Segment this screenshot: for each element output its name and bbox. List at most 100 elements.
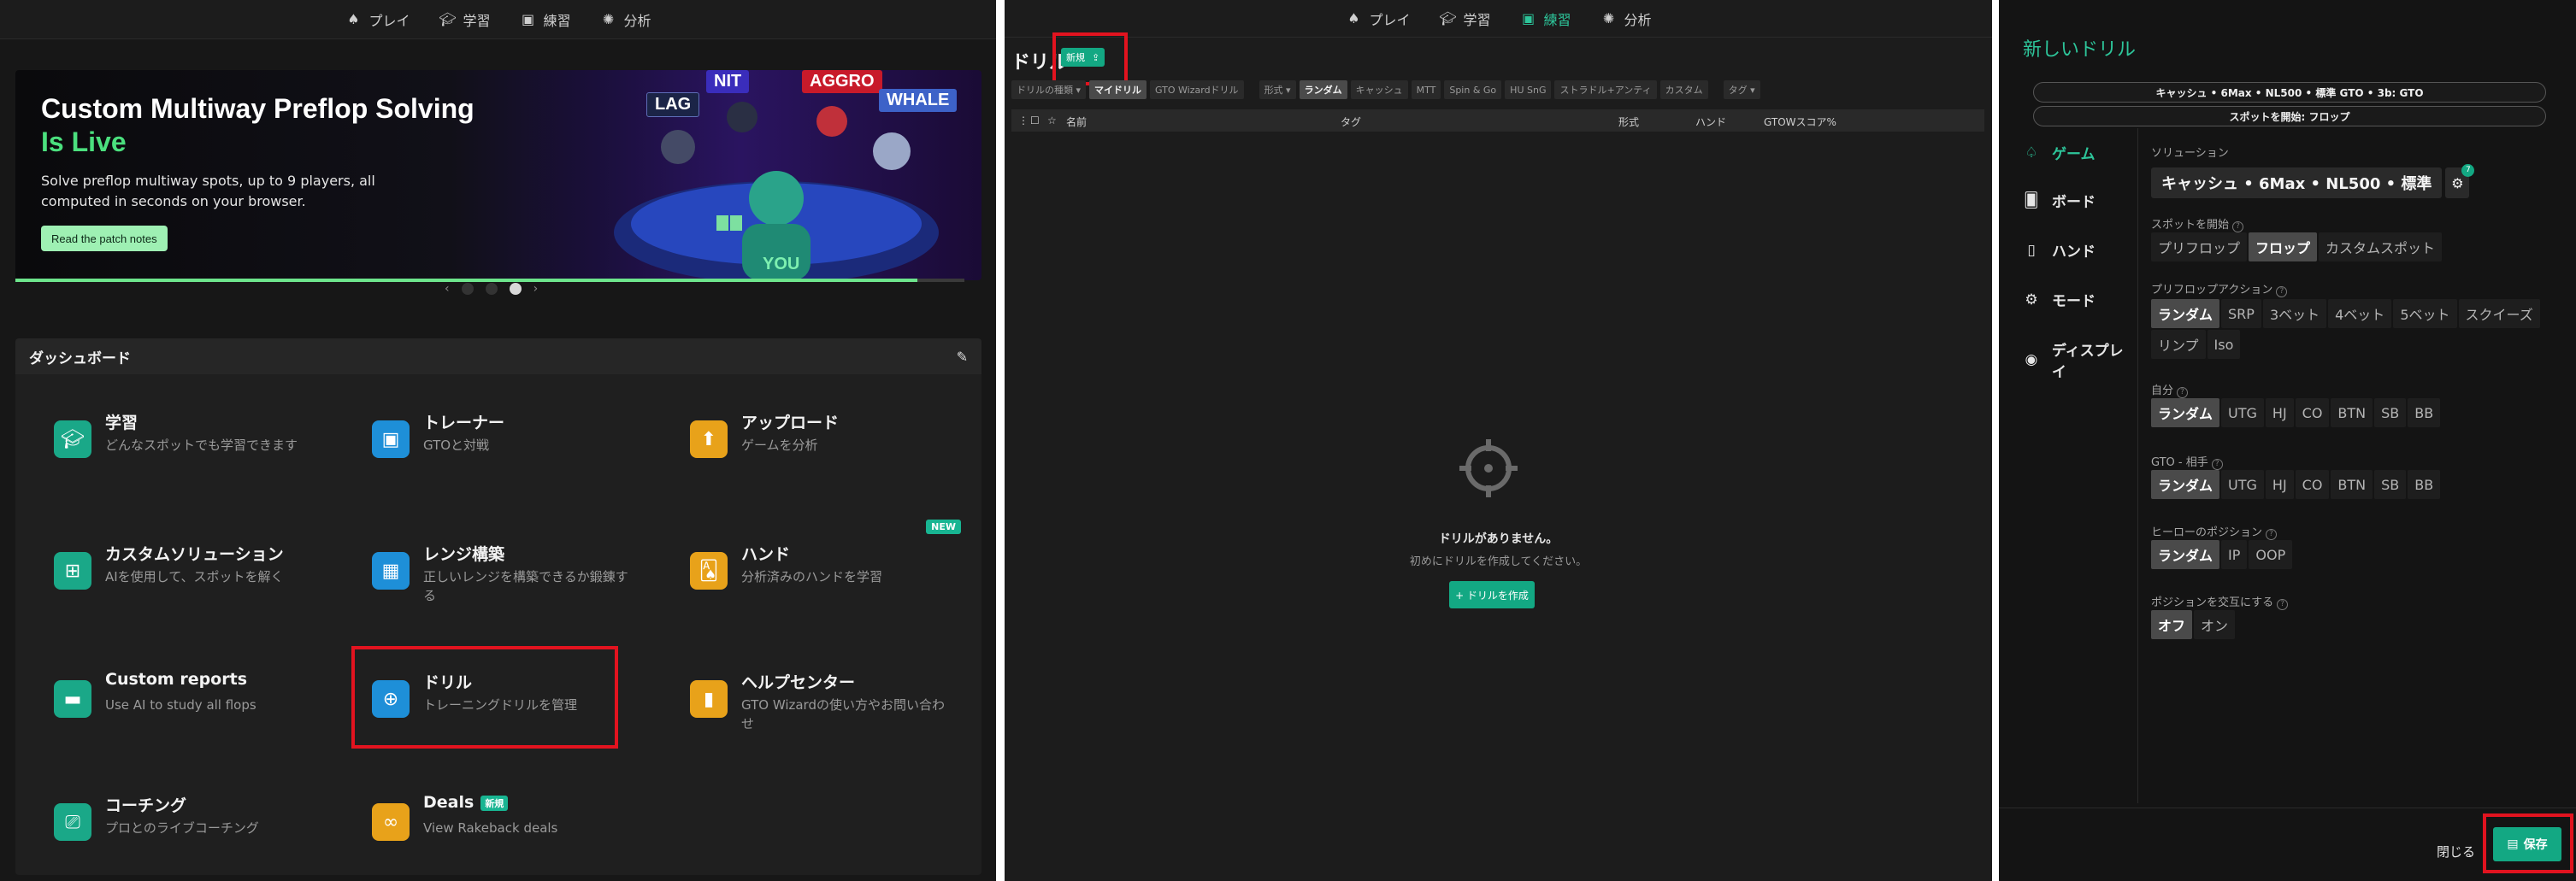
filter-spin[interactable]: Spin & Go <box>1444 80 1502 99</box>
upload-icon: ⇪ <box>1092 51 1100 63</box>
star-icon[interactable]: ☆ <box>1047 115 1057 126</box>
tile-range-builder[interactable]: ▦ レンジ構築 正しいレンジを構築できるか鍛錬する <box>351 528 641 622</box>
sidebar-item-hand[interactable]: ▯ ハンド <box>2023 239 2096 261</box>
folder-icon: ▬ <box>54 680 91 718</box>
option-random[interactable]: ランダム <box>2151 540 2220 569</box>
filter-cash[interactable]: キャッシュ <box>1350 80 1408 99</box>
create-drill-button[interactable]: + ドリルを作成 <box>1449 581 1535 608</box>
nav-play[interactable]: ♠ プレイ <box>1345 9 1410 29</box>
option-custom-spot[interactable]: カスタムスポット <box>2319 232 2443 261</box>
nav-practice[interactable]: ▣ 練習 <box>520 9 571 30</box>
carousel-dot[interactable] <box>485 283 498 295</box>
nav-learn[interactable]: 🎓︎ 学習 <box>439 9 490 30</box>
help-icon[interactable]: ? <box>2211 459 2223 470</box>
column-name[interactable]: 名前 <box>1066 115 1087 129</box>
close-button[interactable]: 閉じる <box>2437 843 2475 860</box>
option-4bet[interactable]: 4ベット <box>2328 299 2392 328</box>
help-icon[interactable]: ? <box>2277 599 2289 610</box>
column-hands[interactable]: ハンド <box>1695 115 1726 129</box>
help-icon[interactable]: ? <box>2276 286 2288 297</box>
tile-drills[interactable]: ⊕ ドリル トレーニングドリルを管理 <box>351 656 641 750</box>
banner-title-highlight: Is Live <box>41 126 127 157</box>
option-random[interactable]: ランダム <box>2151 299 2220 328</box>
tile-custom-reports[interactable]: ▬ Custom reports Use AI to study all flo… <box>32 656 323 750</box>
sidebar-item-mode[interactable]: ⚙ モード <box>2023 289 2096 311</box>
edit-pencil-icon[interactable]: ✎ <box>957 349 968 365</box>
sidebar-item-display[interactable]: ◉ ディスプレイ <box>2023 338 2137 381</box>
option-co[interactable]: CO <box>2295 398 2330 427</box>
tile-custom-solution[interactable]: ⊞ カスタムソリューション AIを使用して、スポットを解く <box>32 528 323 622</box>
option-3bet[interactable]: 3ベット <box>2262 299 2327 328</box>
tile-help-center[interactable]: ▮ ヘルプセンター GTO Wizardの使い方やお問い合わせ <box>669 656 959 750</box>
nav-play[interactable]: ♠ プレイ <box>345 9 410 30</box>
filter-tag[interactable]: タグ ▾ <box>1723 80 1760 99</box>
tile-upload[interactable]: ⬆ アップロード ゲームを分析 <box>669 396 959 490</box>
filter-mtt[interactable]: MTT <box>1411 80 1441 99</box>
cards-icon: 🂡 <box>690 552 728 590</box>
filter-random[interactable]: ランダム <box>1299 80 1347 99</box>
option-bb[interactable]: BB <box>2408 398 2441 427</box>
filter-husng[interactable]: HU SnG <box>1505 80 1552 99</box>
option-oop[interactable]: OOP <box>2249 540 2293 569</box>
carousel-prev[interactable]: ‹ <box>445 282 450 296</box>
option-limp[interactable]: リンプ <box>2151 330 2206 359</box>
filter-format[interactable]: 形式 ▾ <box>1259 80 1296 99</box>
option-sb[interactable]: SB <box>2374 470 2407 499</box>
tile-trainer[interactable]: ▣ トレーナー GTOと対戦 <box>351 396 641 490</box>
nav-learn[interactable]: 🎓︎ 学習 <box>1439 9 1490 29</box>
option-co[interactable]: CO <box>2295 470 2330 499</box>
new-badge: 新規 <box>480 795 509 811</box>
option-hj[interactable]: HJ <box>2265 398 2294 427</box>
carousel-dot[interactable] <box>461 283 474 295</box>
option-utg[interactable]: UTG <box>2221 398 2264 427</box>
option-random[interactable]: ランダム <box>2151 470 2220 499</box>
option-utg[interactable]: UTG <box>2221 470 2264 499</box>
tile-deals[interactable]: ∞ Deals 新規 View Rakeback deals <box>351 779 641 873</box>
column-score[interactable]: GTOWスコア% <box>1764 115 1836 129</box>
option-srp[interactable]: SRP <box>2221 299 2261 328</box>
help-icon[interactable]: ? <box>2232 221 2244 232</box>
sidebar-item-board[interactable]: 🂠 ボード <box>2023 190 2096 212</box>
option-ip[interactable]: IP <box>2221 540 2248 569</box>
carousel-dot-active[interactable] <box>509 283 522 295</box>
option-preflop[interactable]: プリフロップ <box>2151 232 2248 261</box>
help-icon[interactable]: ? <box>2177 387 2189 398</box>
option-btn[interactable]: BTN <box>2331 398 2373 427</box>
new-drill-button[interactable]: 新規 ⇪ <box>1061 48 1105 67</box>
filter-gto-drills[interactable]: GTO Wizardドリル <box>1150 80 1244 99</box>
option-flop[interactable]: フロップ <box>2249 232 2318 261</box>
save-button[interactable]: ▤ 保存 <box>2493 827 2561 861</box>
option-on[interactable]: オン <box>2194 610 2236 639</box>
carousel-next[interactable]: › <box>533 282 539 296</box>
filter-my-drills[interactable]: マイドリル <box>1089 80 1147 99</box>
option-hj[interactable]: HJ <box>2265 470 2294 499</box>
add-file-icon: ⊞ <box>54 552 91 590</box>
select-all-checkbox[interactable]: ☐ <box>1030 115 1040 126</box>
option-5bet[interactable]: 5ベット <box>2393 299 2457 328</box>
option-random[interactable]: ランダム <box>2151 398 2220 427</box>
option-off[interactable]: オフ <box>2151 610 2193 639</box>
filter-custom[interactable]: カスタム <box>1659 80 1708 99</box>
option-sb[interactable]: SB <box>2374 398 2407 427</box>
column-tag[interactable]: タグ <box>1341 115 1361 129</box>
option-iso[interactable]: Iso <box>2207 330 2241 359</box>
nav-practice[interactable]: ▣ 練習 <box>1520 9 1571 29</box>
option-btn[interactable]: BTN <box>2331 470 2373 499</box>
solution-value[interactable]: キャッシュ • 6Max • NL500 • 標準 <box>2151 167 2443 198</box>
help-icon[interactable]: ? <box>2266 529 2278 540</box>
column-format[interactable]: 形式 <box>1618 115 1639 129</box>
filter-straddle[interactable]: ストラドル+アンティ <box>1554 80 1657 99</box>
patch-notes-button[interactable]: Read the patch notes <box>41 226 168 251</box>
nav-analyze[interactable]: ✺ 分析 <box>600 9 651 30</box>
filter-drill-type[interactable]: ドリルの種類 ▾ <box>1011 80 1087 99</box>
settings-sidebar: ♤ ゲーム 🂠 ボード ▯ ハンド ⚙ モード ◉ ディスプレイ <box>1999 128 2138 803</box>
tile-coaching[interactable]: ⎚ コーチング プロとのライブコーチング <box>32 779 323 873</box>
option-bb[interactable]: BB <box>2408 470 2441 499</box>
nav-analyze[interactable]: ✺ 分析 <box>1600 9 1652 29</box>
tag-you: YOU <box>763 255 800 273</box>
sidebar-item-game[interactable]: ♤ ゲーム <box>2023 142 2095 164</box>
tile-learn[interactable]: 🎓︎ 学習 どんなスポットでも学習できます <box>32 396 323 490</box>
gear-icon[interactable]: ⚙ 7 <box>2445 164 2475 198</box>
option-squeeze[interactable]: スクイーズ <box>2458 299 2540 328</box>
tile-hands[interactable]: 🂡 ハンド 分析済みのハンドを学習 <box>669 528 959 622</box>
